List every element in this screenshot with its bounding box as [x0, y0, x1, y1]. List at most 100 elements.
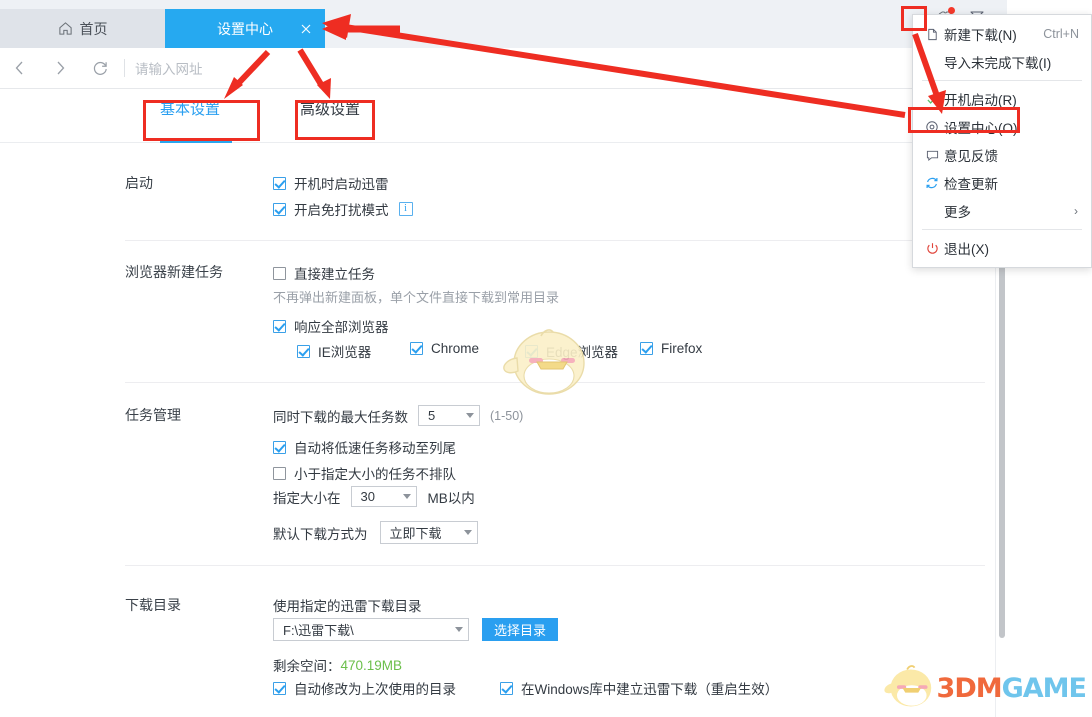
- menu-item-label: 更多: [944, 201, 971, 221]
- max-concurrent-label: 同时下载的最大任务数: [273, 406, 408, 426]
- menu-item-more[interactable]: 更多 ›: [913, 197, 1091, 225]
- chick-mascot-illustration: [497, 318, 597, 403]
- max-concurrent-row: 同时下载的最大任务数 5 (1-50): [273, 405, 523, 426]
- hint-direct-task: 不再弹出新建面板，单个文件直接下载到常用目录: [273, 287, 559, 306]
- check-icon: [922, 93, 942, 106]
- checkbox-row-browser-ie[interactable]: IE浏览器: [297, 341, 371, 361]
- info-icon[interactable]: i: [399, 202, 413, 216]
- checkbox-label: Chrome: [431, 341, 479, 356]
- section-label-tasks: 任务管理: [125, 405, 181, 425]
- menu-item-exit[interactable]: 退出(X): [913, 234, 1091, 262]
- menu-item-feedback[interactable]: 意见反馈: [913, 141, 1091, 169]
- size-limit-value: 30: [361, 489, 375, 504]
- checkbox-label: 在Windows库中建立迅雷下载（重启生效）: [521, 678, 778, 698]
- main-menu-dropdown: 新建下载(N) Ctrl+N 导入未完成下载(I) 开机启动(R) 设置中心(O…: [912, 14, 1092, 268]
- close-icon[interactable]: [299, 22, 313, 36]
- menu-item-check-update[interactable]: 检查更新: [913, 169, 1091, 197]
- section-divider: [125, 565, 985, 566]
- chevron-down-icon: [464, 530, 472, 535]
- home-icon: [58, 21, 73, 36]
- section-label-startup: 启动: [125, 173, 153, 193]
- menu-item-label: 退出(X): [944, 238, 989, 258]
- annotation-box-basic-settings: [143, 100, 260, 141]
- menu-item-label: 新建下载(N): [944, 24, 1017, 44]
- checkbox-auto-last-dir[interactable]: [273, 682, 286, 695]
- tab-home-label: 首页: [80, 19, 108, 39]
- checkbox-row-browser-firefox[interactable]: Firefox: [640, 341, 702, 356]
- menu-item-label: 意见反馈: [944, 145, 998, 165]
- section-label-browser: 浏览器新建任务: [125, 262, 223, 282]
- checkbox-row-browser-chrome[interactable]: Chrome: [410, 341, 479, 356]
- checkbox-row-win-library[interactable]: 在Windows库中建立迅雷下载（重启生效）: [500, 678, 778, 698]
- max-concurrent-select[interactable]: 5: [418, 405, 480, 426]
- download-path-value: F:\迅雷下载\: [283, 620, 354, 639]
- watermark-text-orange: 3DM: [937, 673, 1002, 704]
- checkbox-browser-ie[interactable]: [297, 345, 310, 358]
- menu-item-label: 检查更新: [944, 173, 998, 193]
- tab-home[interactable]: 首页: [0, 9, 165, 48]
- menu-item-label: 开机启动(R): [944, 89, 1017, 109]
- chevron-right-icon: ›: [1074, 204, 1078, 218]
- tab-settings-center[interactable]: 设置中心: [165, 9, 325, 48]
- checkbox-row-direct-task[interactable]: 直接建立任务: [273, 263, 375, 283]
- watermark-text-blue: GAME: [1002, 673, 1086, 704]
- checkbox-row-startup-with-system[interactable]: 开机时启动迅雷: [273, 173, 389, 193]
- checkbox-label: 自动修改为上次使用的目录: [294, 678, 456, 698]
- default-mode-row: 默认下载方式为 立即下载: [273, 521, 478, 544]
- refresh-icon: [922, 176, 942, 190]
- checkbox-do-not-disturb[interactable]: [273, 203, 286, 216]
- checkbox-direct-task[interactable]: [273, 267, 286, 280]
- default-mode-select[interactable]: 立即下载: [380, 521, 478, 544]
- checkbox-win-library[interactable]: [500, 682, 513, 695]
- nav-divider: [124, 59, 125, 77]
- checkbox-label: 响应全部浏览器: [294, 316, 389, 336]
- watermark: 3DMGAME: [881, 663, 1086, 713]
- menu-item-accelerator: Ctrl+N: [1043, 27, 1079, 41]
- checkbox-all-browsers[interactable]: [273, 320, 286, 333]
- settings-content: 启动 开机时启动迅雷 开启免打扰模式 i 浏览器新建任务 直接建立任务 不再弹出…: [0, 143, 1005, 717]
- checkbox-label: 开机时启动迅雷: [294, 173, 389, 193]
- use-dir-label: 使用指定的迅雷下载目录: [273, 595, 422, 615]
- checkbox-row-auto-last-dir[interactable]: 自动修改为上次使用的目录: [273, 678, 456, 698]
- tab-strip: 首页 设置中心: [0, 9, 325, 48]
- max-concurrent-range: (1-50): [490, 409, 523, 423]
- checkbox-startup-with-system[interactable]: [273, 177, 286, 190]
- checkbox-row-small-no-queue[interactable]: 小于指定大小的任务不排队: [273, 463, 456, 483]
- section-label-directory: 下载目录: [125, 595, 181, 615]
- checkbox-row-all-browsers[interactable]: 响应全部浏览器: [273, 316, 389, 336]
- tab-settings-center-label: 设置中心: [217, 19, 273, 39]
- checkbox-label: IE浏览器: [318, 341, 371, 361]
- menu-item-new-download[interactable]: 新建下载(N) Ctrl+N: [913, 20, 1091, 48]
- checkbox-row-auto-move-slow[interactable]: 自动将低速任务移动至列尾: [273, 437, 456, 457]
- checkbox-label: 自动将低速任务移动至列尾: [294, 437, 456, 457]
- menu-divider: [922, 80, 1082, 81]
- annotation-box-settings-center-item: [908, 107, 1020, 133]
- free-space-label: 剩余空间：: [273, 655, 341, 675]
- default-mode-value: 立即下载: [390, 523, 442, 542]
- menu-divider: [922, 229, 1082, 230]
- notification-badge: [948, 7, 955, 14]
- refresh-icon[interactable]: [80, 48, 120, 88]
- chevron-down-icon: [466, 413, 474, 418]
- menu-item-import-unfinished[interactable]: 导入未完成下载(I): [913, 48, 1091, 76]
- address-input[interactable]: 请输入网址: [135, 58, 203, 78]
- size-limit-row: 指定大小在 30 MB以内: [273, 486, 475, 507]
- download-path-select[interactable]: F:\迅雷下载\: [273, 618, 469, 641]
- checkbox-label: Firefox: [661, 341, 702, 356]
- browse-directory-button[interactable]: 选择目录: [482, 618, 558, 641]
- checkbox-label: 小于指定大小的任务不排队: [294, 463, 456, 483]
- size-limit-select[interactable]: 30: [351, 486, 417, 507]
- checkbox-auto-move-slow[interactable]: [273, 441, 286, 454]
- forward-icon[interactable]: [40, 48, 80, 88]
- checkbox-row-do-not-disturb[interactable]: 开启免打扰模式 i: [273, 199, 413, 219]
- checkbox-small-no-queue[interactable]: [273, 467, 286, 480]
- free-space-value: 470.19MB: [341, 658, 403, 673]
- power-icon: [922, 242, 942, 255]
- checkbox-browser-firefox[interactable]: [640, 342, 653, 355]
- menu-item-label: 导入未完成下载(I): [944, 52, 1051, 72]
- watermark-chick-icon: [881, 663, 937, 713]
- chevron-down-icon: [455, 627, 463, 632]
- checkbox-label: 开启免打扰模式: [294, 199, 389, 219]
- checkbox-browser-chrome[interactable]: [410, 342, 423, 355]
- back-icon[interactable]: [0, 48, 40, 88]
